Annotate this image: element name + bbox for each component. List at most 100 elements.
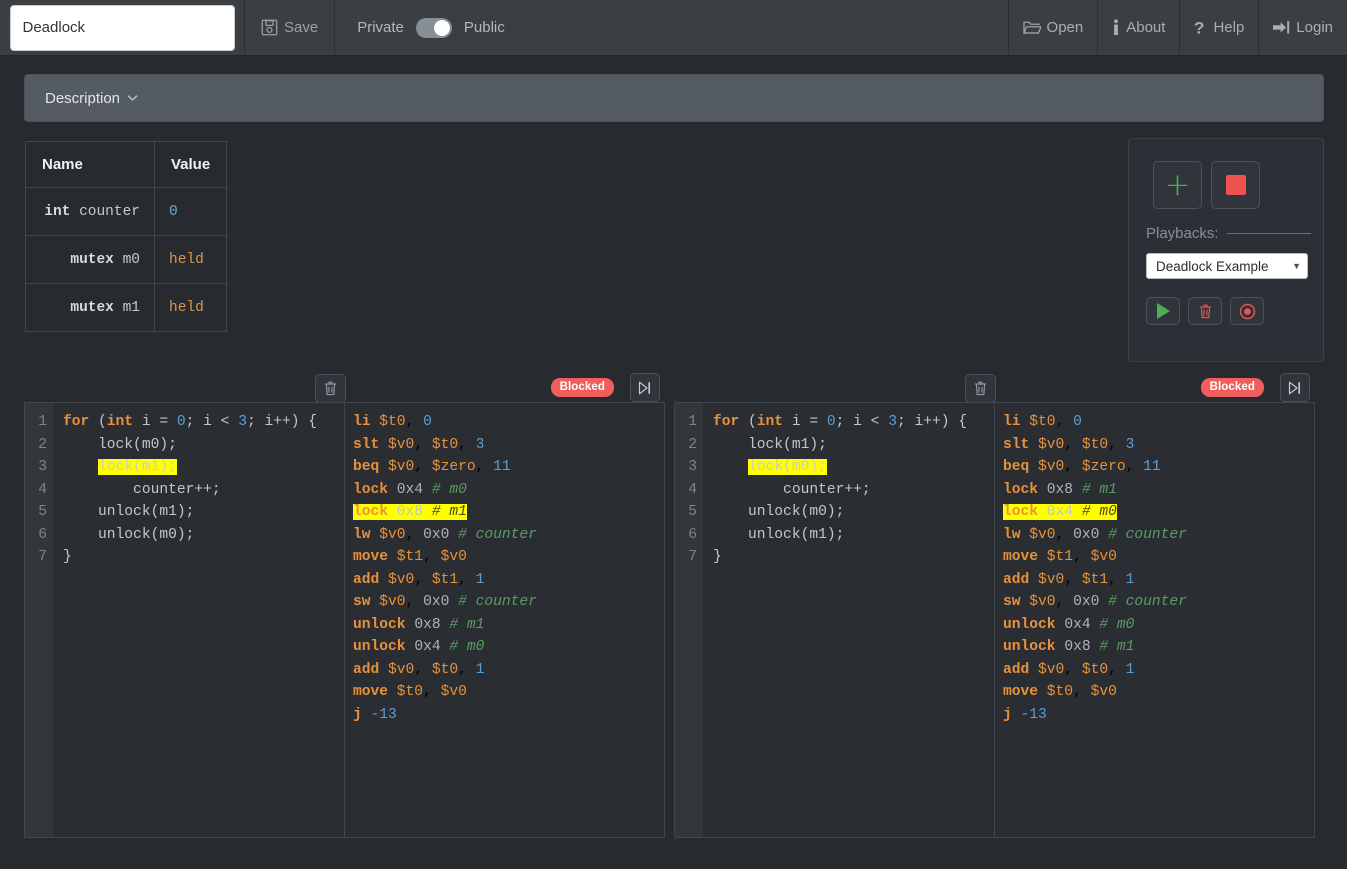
thread-panes: 1 for (int i = 0; i < 3; i++) {2 lock(m0)…: [24, 402, 666, 838]
description-bar[interactable]: Description: [24, 74, 1324, 122]
login-button[interactable]: Login: [1258, 0, 1347, 56]
assembly-line[interactable]: move $t0, $v0: [1003, 681, 1314, 704]
question-mark-icon: ?: [1194, 19, 1207, 37]
code-line[interactable]: 1 for (int i = 0; i < 3; i++) {: [25, 411, 344, 434]
step-to-end-button[interactable]: [630, 373, 660, 402]
assembly-line[interactable]: add $v0, $t0, 1: [1003, 659, 1314, 682]
assembly-line[interactable]: beq $v0, $zero, 11: [1003, 456, 1314, 479]
playback-select[interactable]: Deadlock Example ▼: [1146, 253, 1308, 279]
code-line[interactable]: 2 lock(m1);: [675, 434, 994, 457]
assembly-pane[interactable]: li $t0, 0 slt $v0, $t0, 3 beq $v0, $zero, …: [994, 402, 1315, 838]
assembly-line[interactable]: j -13: [353, 704, 664, 727]
save-button[interactable]: Save: [245, 0, 336, 56]
playback-selected-value: Deadlock Example: [1156, 258, 1269, 274]
assembly-line[interactable]: lock 0x8 # m1: [353, 501, 664, 524]
assembly-line[interactable]: sw $v0, 0x0 # counter: [1003, 591, 1314, 614]
line-number: 7: [688, 549, 697, 565]
code-line[interactable]: 7}: [25, 546, 344, 569]
step-to-end-button[interactable]: [1280, 373, 1310, 402]
code-line[interactable]: 1 for (int i = 0; i < 3; i++) {: [675, 411, 994, 434]
assembly-line[interactable]: unlock 0x8 # m1: [1003, 636, 1314, 659]
assembly-line[interactable]: move $t1, $v0: [1003, 546, 1314, 569]
trash-icon: [974, 381, 987, 396]
assembly-line[interactable]: li $t0, 0: [1003, 411, 1314, 434]
add-thread-button[interactable]: +: [1153, 161, 1202, 209]
help-label: Help: [1213, 19, 1245, 36]
assembly-line[interactable]: unlock 0x4 # m0: [353, 636, 664, 659]
table-row: int counter 0: [25, 187, 228, 236]
column-header-value: Value: [153, 141, 228, 188]
about-button[interactable]: About: [1097, 0, 1179, 56]
assembly-line[interactable]: lock 0x4 # m0: [1003, 501, 1314, 524]
open-button[interactable]: Open: [1007, 0, 1098, 56]
assembly-text: unlock 0x4 # m0: [353, 639, 485, 655]
table-row: mutex m1 held: [25, 283, 228, 332]
assembly-text: li $t0, 0: [353, 414, 432, 430]
assembly-line[interactable]: lw $v0, 0x0 # counter: [353, 524, 664, 547]
assembly-line[interactable]: li $t0, 0: [353, 411, 664, 434]
description-toggle[interactable]: Description: [25, 90, 138, 107]
assembly-line[interactable]: slt $v0, $t0, 3: [353, 434, 664, 457]
assembly-line[interactable]: add $v0, $t1, 1: [353, 569, 664, 592]
trash-icon: [1199, 304, 1212, 319]
assembly-line[interactable]: unlock 0x8 # m1: [353, 614, 664, 637]
assembly-pane[interactable]: li $t0, 0 slt $v0, $t0, 3 beq $v0, $zero, …: [344, 402, 665, 838]
code-line[interactable]: 4 counter++;: [25, 479, 344, 502]
status-badge: Blocked: [1200, 378, 1264, 397]
help-button[interactable]: ? Help: [1179, 0, 1258, 56]
code-line[interactable]: 7}: [675, 546, 994, 569]
delete-thread-button[interactable]: [315, 374, 346, 403]
assembly-text: sw $v0, 0x0 # counter: [1003, 594, 1187, 610]
assembly-line[interactable]: unlock 0x4 # m0: [1003, 614, 1314, 637]
assembly-line[interactable]: lock 0x4 # m0: [353, 479, 664, 502]
table-header-row: Name Value: [25, 141, 228, 188]
line-number: 1: [38, 414, 47, 430]
assembly-text: lock 0x8 # m1: [1003, 481, 1117, 498]
c-source-pane[interactable]: 1 for (int i = 0; i < 3; i++) {2 lock(m1)…: [674, 402, 995, 838]
assembly-line[interactable]: add $v0, $t0, 1: [353, 659, 664, 682]
assembly-text: move $t0, $v0: [1003, 684, 1117, 700]
code-line[interactable]: 6 unlock(m0);: [25, 524, 344, 547]
visibility-toggle[interactable]: [415, 17, 452, 38]
variable-name-cell: int counter: [25, 187, 155, 236]
c-source-pane[interactable]: 1 for (int i = 0; i < 3; i++) {2 lock(m0)…: [24, 402, 345, 838]
code-line[interactable]: 5 unlock(m1);: [25, 501, 344, 524]
assembly-line[interactable]: move $t0, $v0: [353, 681, 664, 704]
assembly-line[interactable]: slt $v0, $t0, 3: [1003, 434, 1314, 457]
code-text: counter++;: [63, 481, 221, 498]
assembly-line[interactable]: j -13: [1003, 704, 1314, 727]
program-title-input[interactable]: [9, 4, 235, 51]
assembly-text: add $v0, $t0, 1: [1003, 661, 1135, 678]
assembly-line[interactable]: move $t1, $v0: [353, 546, 664, 569]
assembly-line[interactable]: lock 0x8 # m1: [1003, 479, 1314, 502]
assembly-text: move $t1, $v0: [1003, 549, 1117, 565]
code-line[interactable]: 3 lock(m1);: [25, 456, 344, 479]
assembly-line[interactable]: sw $v0, 0x0 # counter: [353, 591, 664, 614]
assembly-line[interactable]: lw $v0, 0x0 # counter: [1003, 524, 1314, 547]
line-number: 1: [688, 414, 697, 430]
delete-thread-button[interactable]: [965, 374, 996, 403]
playbacks-label: Playbacks:: [1146, 225, 1219, 242]
record-button[interactable]: [1230, 297, 1264, 325]
code-text: unlock(m0);: [63, 526, 195, 543]
private-label: Private: [357, 19, 404, 36]
variable-value-cell: held: [153, 283, 228, 332]
about-label: About: [1126, 19, 1166, 36]
assembly-line[interactable]: beq $v0, $zero, 11: [353, 456, 664, 479]
line-number: 5: [38, 504, 47, 520]
assembly-text: add $v0, $t1, 1: [353, 571, 485, 588]
code-text: unlock(m1);: [713, 526, 845, 543]
code-line[interactable]: 2 lock(m0);: [25, 434, 344, 457]
folder-open-icon: [1022, 20, 1041, 35]
line-number: 3: [38, 459, 47, 475]
sign-in-icon: [1273, 20, 1290, 35]
code-line[interactable]: 4 counter++;: [675, 479, 994, 502]
line-number: 4: [688, 481, 697, 498]
code-line[interactable]: 6 unlock(m1);: [675, 524, 994, 547]
delete-playback-button[interactable]: [1188, 297, 1222, 325]
code-line[interactable]: 3 lock(m0);: [675, 456, 994, 479]
code-line[interactable]: 5 unlock(m0);: [675, 501, 994, 524]
stop-button[interactable]: [1211, 161, 1260, 209]
play-button[interactable]: [1146, 297, 1180, 325]
assembly-line[interactable]: add $v0, $t1, 1: [1003, 569, 1314, 592]
